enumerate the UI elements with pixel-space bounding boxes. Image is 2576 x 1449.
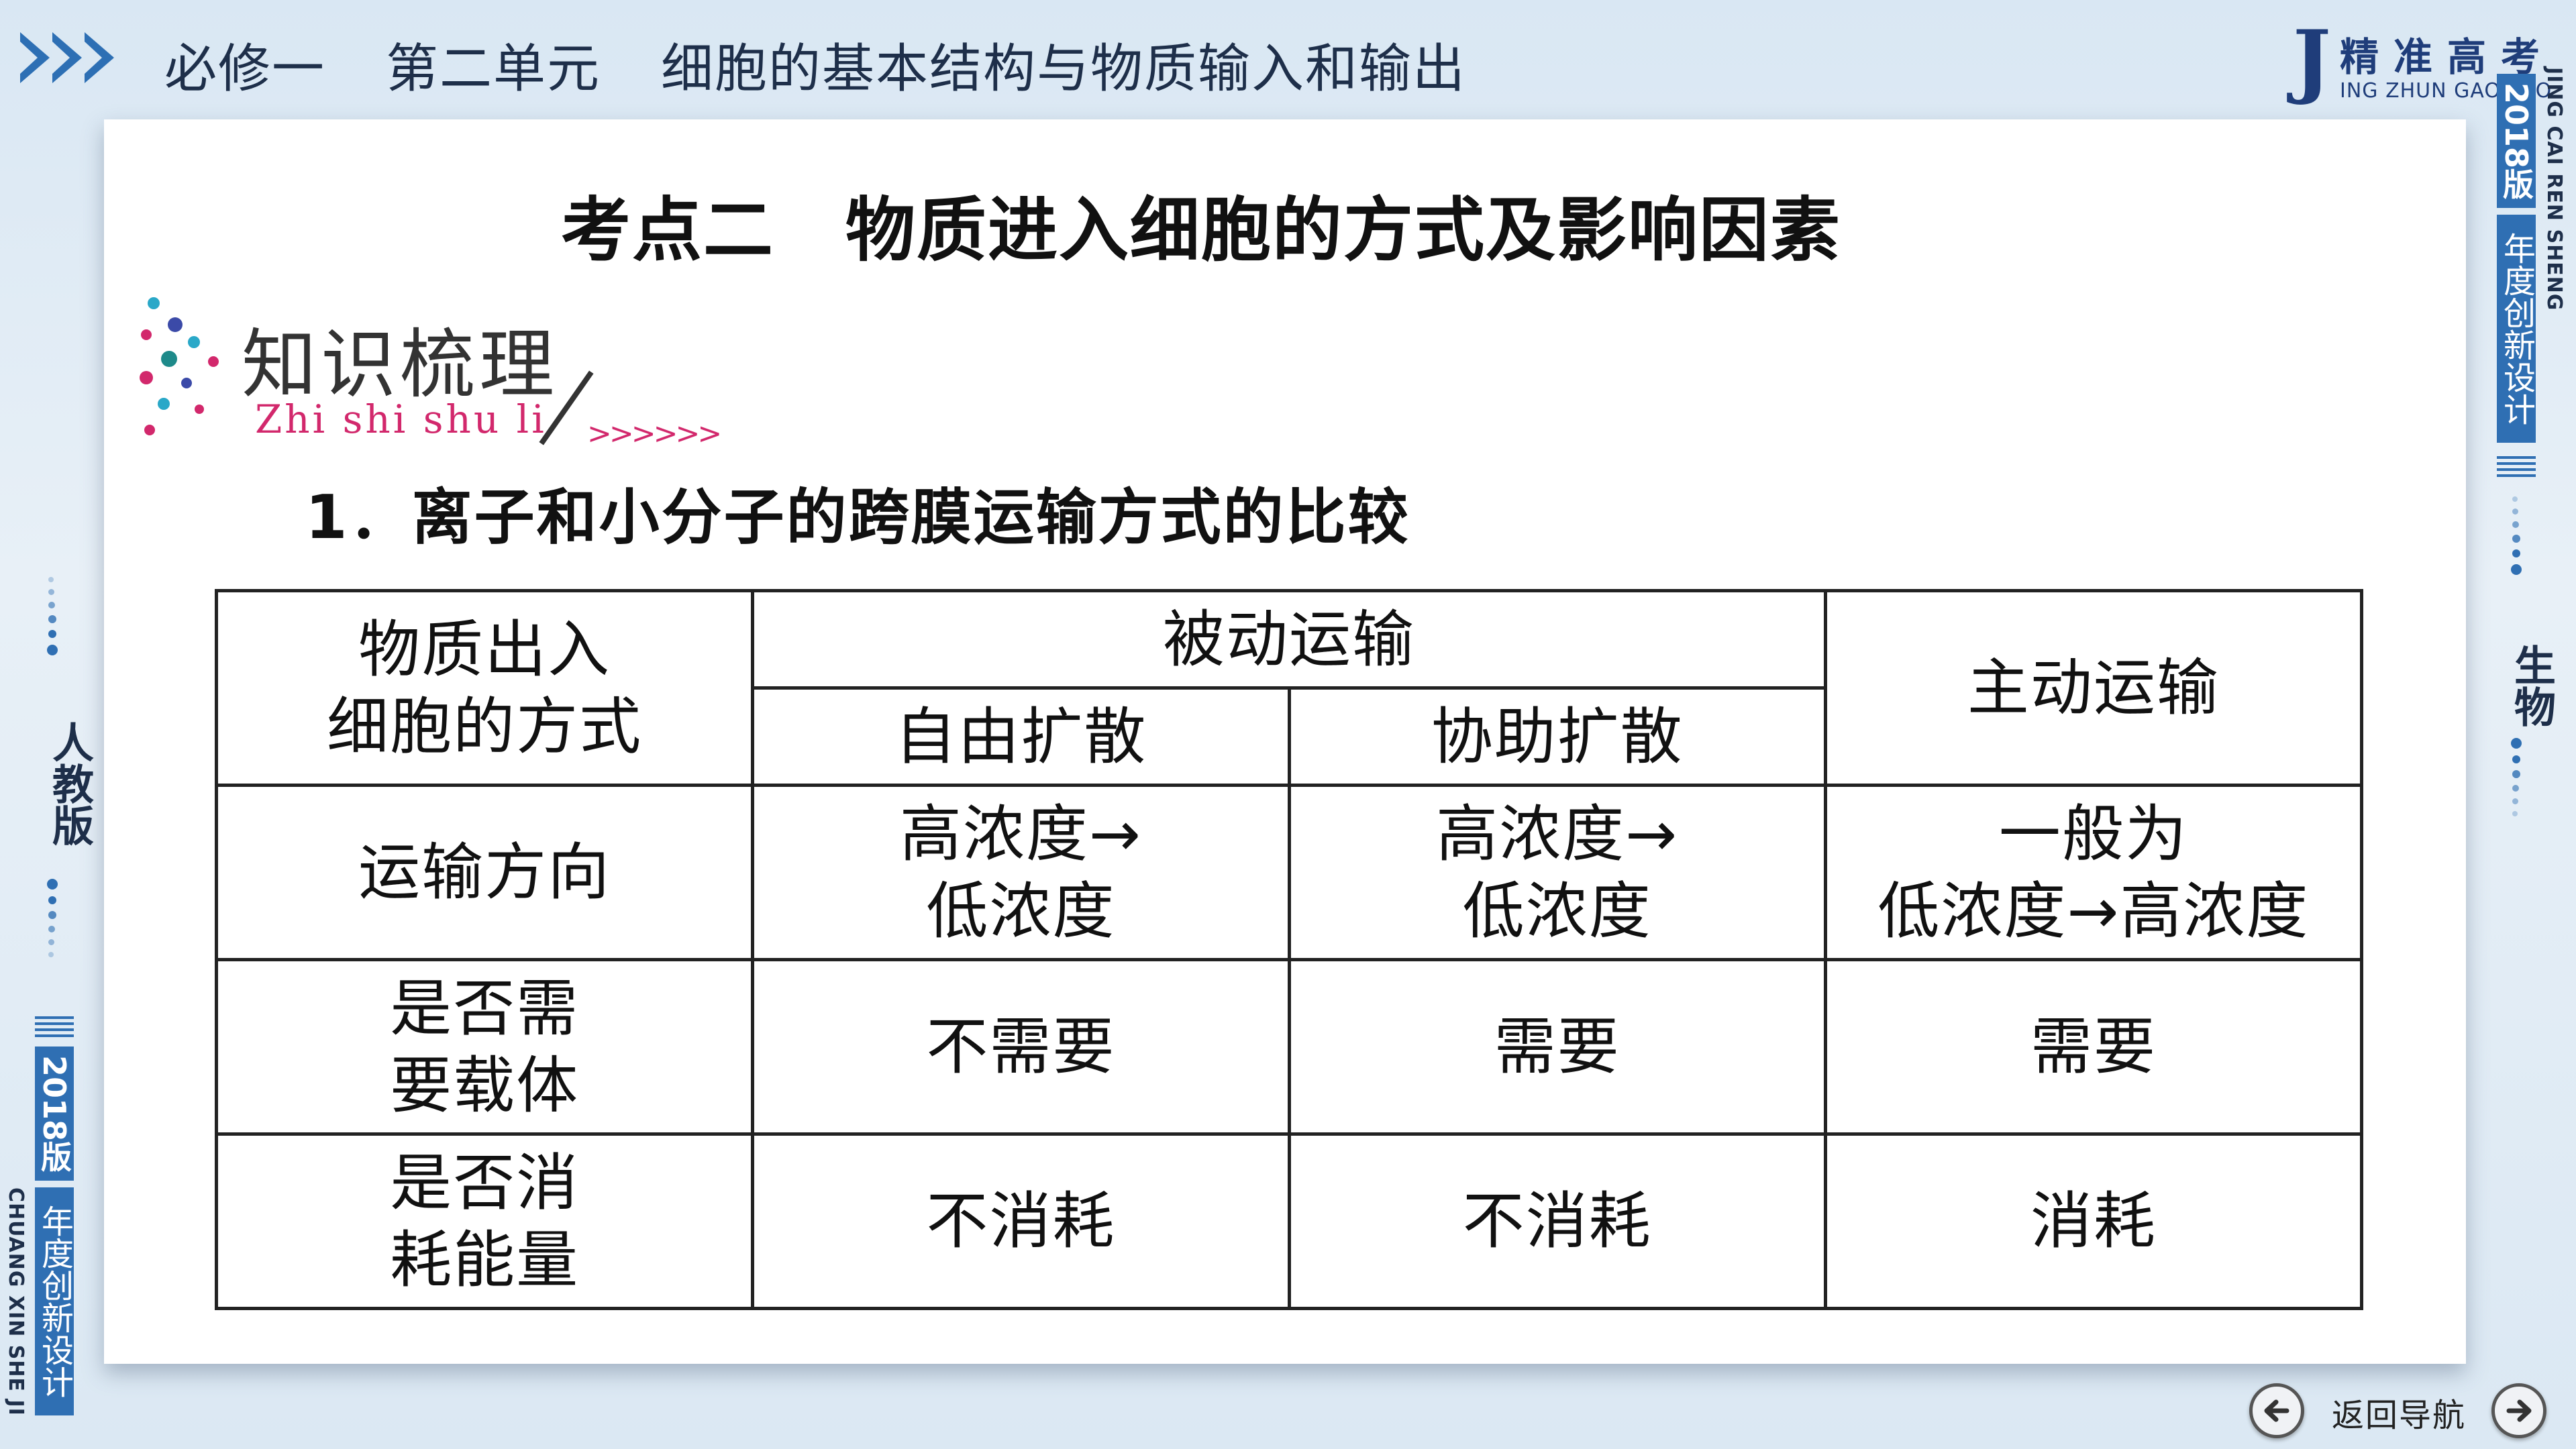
brand-logo: J 精准高考 ING ZHUN GAO KAO [2293,20,2551,114]
cell-active-transport: 需要 [1823,958,2364,1136]
comparison-table: 物质出入 细胞的方式 被动运输 主动运输 自由扩散 协助扩散 运输方向 高浓度→ 低… [214,589,2364,1310]
right-dots-bottom-icon [2511,738,2522,823]
left-year-badge: 2018版 [35,1046,74,1181]
left-dots-top-icon [47,577,58,662]
arrow-left-icon [2264,1399,2289,1422]
breadcrumb-course: 必修一 [164,39,326,99]
table-row: 是否消 耗能量 不消耗 不消耗 消耗 [214,1132,2364,1310]
left-vertical-en: CHUANG XIN SHE JI [4,1187,28,1416]
row-label: 运输方向 [214,784,755,961]
cell-free-diffusion: 高浓度→ 低浓度 [751,784,1291,961]
brand-letter: J [2293,13,2331,107]
right-dots-top-icon [2511,496,2522,582]
table-row: 运输方向 高浓度→ 低浓度 高浓度→ 低浓度 一般为 低浓度→高浓度 [214,784,2364,961]
back-to-nav-link[interactable]: 返回导航 [2332,1389,2466,1436]
cell-facilitated-diffusion: 高浓度→ 低浓度 [1287,784,1827,961]
right-vertical-en: JING CAI REN SHENG [2542,67,2566,311]
breadcrumb-chapter: 细胞的基本结构与物质输入和输出 [661,39,1467,99]
left-dots-bottom-icon [47,879,58,964]
left-sidebar: 人教版 2018版 年度创新设计 CHUANG XIN SHE JI [0,0,94,1449]
section-logo-subtitle: Zhi shi shu li [255,396,547,442]
right-design-badge: 年度创新设计 [2497,215,2536,443]
right-stripes-icon [2497,456,2536,480]
header-free-diffusion: 自由扩散 [751,686,1291,787]
header-facilitated-diffusion: 协助扩散 [1287,686,1827,787]
arrow-right-icon [2506,1399,2532,1422]
left-design-badge: 年度创新设计 [35,1187,74,1415]
header-passive-transport: 被动运输 [751,589,1827,690]
arrows-icon: >>>>>> [587,417,722,451]
next-button[interactable] [2491,1383,2546,1438]
cell-free-diffusion: 不需要 [751,958,1291,1136]
cell-free-diffusion: 不消耗 [751,1132,1291,1310]
row-label: 是否需 要载体 [214,958,755,1136]
page-title: 考点二 物质进入细胞的方式及影响因素 [560,189,1841,271]
row-label: 是否消 耗能量 [214,1132,755,1310]
prev-button[interactable] [2249,1383,2304,1438]
cell-active-transport: 消耗 [1823,1132,2364,1310]
cell-facilitated-diffusion: 不消耗 [1287,1132,1827,1310]
slide-content: 考点二 物质进入细胞的方式及影响因素 知识梳理 Zhi shi shu li >… [104,119,2466,1364]
right-year-badge: 2018版 [2497,74,2536,208]
section-logo: 知识梳理 Zhi shi shu li >>>>>> [134,297,722,451]
table-corner-cell: 物质出入 细胞的方式 [214,589,755,787]
breadcrumb-unit: 第二单元 [386,39,601,99]
left-stripes-icon [35,1016,74,1040]
cell-facilitated-diffusion: 需要 [1287,958,1827,1136]
table-row: 是否需 要载体 不需要 需要 需要 [214,958,2364,1136]
edition-label: 人教版 [45,721,94,846]
breadcrumb: 必修一 第二单元 细胞的基本结构与物质输入和输出 [164,27,1466,102]
section-heading: 1．离子和小分子的跨膜运输方式的比较 [305,482,1410,553]
subject-label: 生物 [2507,644,2556,727]
cell-active-transport: 一般为 低浓度→高浓度 [1823,784,2364,961]
right-sidebar: JING CAI REN SHENG 2018版 年度创新设计 生物 [2497,0,2576,1449]
header-active-transport: 主动运输 [1823,589,2364,787]
